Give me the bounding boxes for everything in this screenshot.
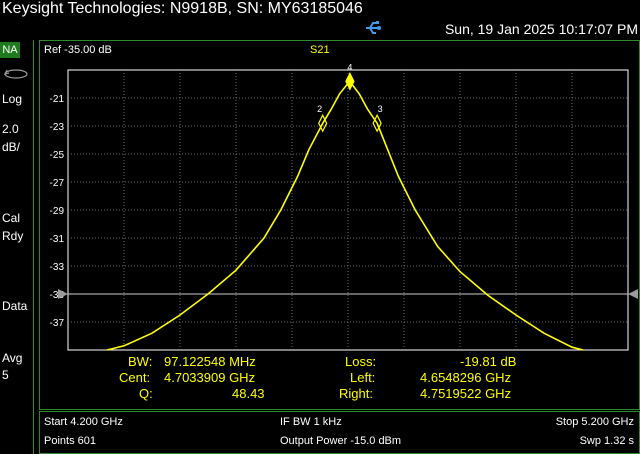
marker-3-label: 3 [378,104,383,114]
right-label: Right: [339,386,373,401]
y-tick-label: -23 [50,122,65,133]
marker-4-label: 4 [347,62,352,72]
cent-label: Cent: [119,370,151,385]
output-power[interactable]: Output Power -15.0 dBm [280,435,401,447]
loss-label: Loss: [345,354,377,369]
y-tick-label: -37 [50,318,65,329]
marker-4-symbol [345,71,355,91]
stop-frequency[interactable]: Stop 5.200 GHz [556,416,634,428]
left-value: 4.6548296 GHz [420,370,512,385]
bw-label: BW: [128,354,153,369]
right-value: 4.7519522 GHz [420,386,512,401]
cent-value: 4.7033909 GHz [164,370,256,385]
y-tick-label: -33 [50,262,65,273]
y-tick-label: -27 [50,178,65,189]
bw-value: 97.122548 MHz [164,354,256,369]
q-label: Q: [139,386,153,401]
y-tick-label: -25 [50,150,65,161]
q-value: 48.43 [232,386,265,401]
loss-value: -19.81 dB [460,354,517,369]
y-tick-label: -31 [50,234,65,245]
sweep-time[interactable]: Swp 1.32 s [580,435,634,447]
points-count[interactable]: Points 601 [44,435,96,447]
if-bandwidth[interactable]: IF BW 1 kHz [280,416,342,428]
trace-line-s21 [107,80,584,351]
start-frequency[interactable]: Start 4.200 GHz [44,416,123,428]
marker-2-label: 2 [317,104,322,114]
y-tick-label: -29 [50,206,65,217]
reference-arrow-right [628,289,638,299]
left-label: Left: [350,370,376,385]
trace-chart[interactable]: -21-23-25-27-29-31-33-35-372 34 [0,0,640,454]
y-tick-label: -21 [50,94,65,105]
